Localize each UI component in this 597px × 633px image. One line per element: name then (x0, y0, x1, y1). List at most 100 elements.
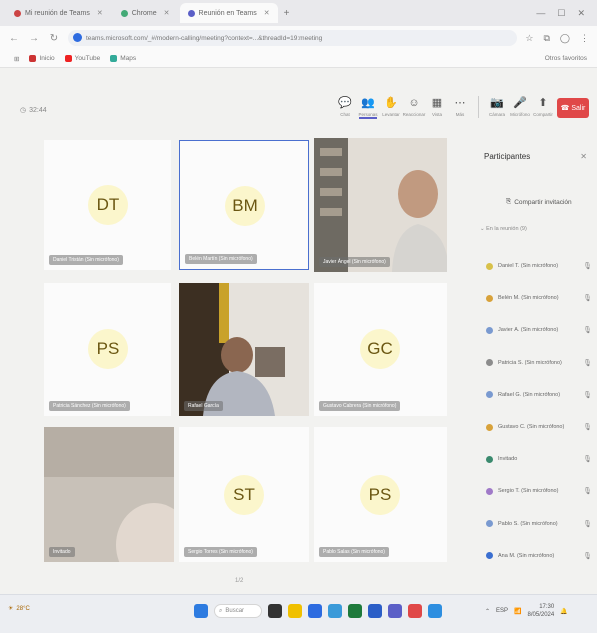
people-button[interactable]: 👥 Personas (359, 96, 378, 119)
participant-video-tile[interactable]: Invitado (44, 427, 174, 562)
taskview-icon[interactable] (268, 604, 282, 618)
participant-row[interactable]: Ana M. (Sin micrófono) 🎙 (486, 540, 592, 572)
bookmark-label: Maps (120, 55, 137, 62)
phone-icon: ☎ (560, 105, 570, 112)
browser-tab-active[interactable]: Reunión en Teams ✕ (179, 3, 278, 23)
chevron-up-icon[interactable]: ⌃ (485, 608, 490, 615)
participant-row[interactable]: Rafael G. (Sin micrófono) 🎙 (486, 379, 592, 411)
chat-button[interactable]: 💬 Chat (336, 96, 354, 119)
presence-avatar (486, 262, 493, 270)
clock[interactable]: 17:30 8/05/2024 (528, 603, 555, 619)
participant-row[interactable]: Gustavo C. (Sin micrófono) 🎙 (486, 411, 592, 443)
participant-name: Ana M. (Sin micrófono) (498, 552, 555, 559)
bookmark-star-icon[interactable]: ☆ (525, 33, 533, 44)
teams-icon[interactable] (388, 604, 402, 618)
windows-taskbar: ☀ 28°C ⌕ Buscar ⌃ ESP 📶 17:30 8/05/2024 … (0, 594, 597, 633)
other-bookmarks[interactable]: Otros favoritos (545, 55, 597, 62)
share-button[interactable]: ⬆ Compartir (533, 96, 553, 119)
presence-avatar (486, 391, 493, 399)
tool-label: Más (455, 112, 465, 117)
presence-avatar (486, 520, 493, 528)
new-tab-icon[interactable]: + (284, 8, 290, 19)
language-indicator[interactable]: ESP (496, 608, 508, 614)
mic-button[interactable]: 🎤 Micrófono (510, 96, 530, 119)
camera-button[interactable]: 📷 Cámara (488, 96, 506, 119)
close-window-icon[interactable]: ✕ (577, 8, 585, 19)
wifi-icon[interactable]: 📶 (514, 608, 521, 615)
weather-temp: 28°C (16, 605, 30, 612)
back-icon[interactable]: ← (8, 33, 20, 44)
participant-row[interactable]: Javier Á. (Sin micrófono) 🎙 (486, 314, 592, 346)
bookmark-item[interactable]: Maps (110, 55, 136, 62)
participant-row[interactable]: Daniel T. (Sin micrófono) 🎙 (486, 250, 592, 282)
outlook-icon[interactable] (428, 604, 442, 618)
site-info-icon[interactable] (73, 33, 82, 42)
tool-label: Micrófono (510, 112, 530, 117)
participant-row[interactable]: Belén M. (Sin micrófono) 🎙 (486, 282, 592, 314)
participant-row[interactable]: Sergio T. (Sin micrófono) 🎙 (486, 475, 592, 507)
presence-avatar (486, 359, 493, 367)
participant-row[interactable]: Pablo S. (Sin micrófono) 🎙 (486, 508, 592, 540)
participant-name: Invitado (498, 456, 518, 463)
browser-menu-icon[interactable]: ⋮ (580, 33, 589, 44)
mic-off-icon: 🎙 (583, 295, 592, 303)
edge-icon[interactable] (308, 604, 322, 618)
participant-tile[interactable]: PS Pablo Salas (Sin micrófono) (314, 427, 447, 562)
participant-name: Javier Ángel (Sin micrófono) (319, 257, 390, 267)
close-tab-icon[interactable]: ✕ (164, 9, 170, 17)
raise-hand-button[interactable]: ✋ Levantar (382, 96, 400, 119)
more-button[interactable]: ⋯ Más (451, 96, 469, 119)
windows-start-icon[interactable] (194, 604, 208, 618)
forward-icon[interactable]: → (28, 33, 40, 44)
word-icon[interactable] (368, 604, 382, 618)
bookmark-item[interactable]: Inicio (29, 55, 55, 62)
participant-tile[interactable]: GC Gustavo Cabrera (Sin micrófono) (314, 283, 447, 416)
minimize-icon[interactable]: — (536, 8, 545, 19)
participant-name: Rafael García (184, 401, 223, 411)
participant-tile[interactable]: DT Daniel Tristán (Sin micrófono) (44, 140, 171, 270)
notification-icon[interactable]: 🔔 (560, 608, 567, 615)
url-field[interactable]: teams.microsoft.com/_#/modern-calling/me… (68, 30, 518, 46)
taskbar-search[interactable]: ⌕ Buscar (214, 604, 262, 618)
extensions-icon[interactable]: ⧉ (543, 33, 549, 44)
tool-label: Chat (340, 112, 350, 117)
close-tab-icon[interactable]: ✕ (264, 9, 270, 17)
weather-widget[interactable]: ☀ 28°C (8, 605, 30, 613)
share-invite-button[interactable]: ⎘ Compartir invitación (506, 198, 572, 206)
meeting-timer: ◷ 32:44 (20, 106, 47, 115)
elapsed-time: 32:44 (29, 106, 47, 114)
browser-tab[interactable]: Chrome ✕ (113, 3, 178, 23)
profile-icon[interactable]: ◯ (560, 33, 570, 44)
bookmark-item[interactable]: YouTube (64, 55, 100, 62)
participant-name: Sergio Torres (Sin micrófono) (184, 547, 257, 557)
toolbar-divider (478, 96, 479, 118)
in-meeting-section[interactable]: ⌄ En la reunión (9) (480, 226, 527, 232)
chrome-icon[interactable] (408, 604, 422, 618)
mic-off-icon: 🎙 (583, 263, 592, 271)
apps-grid-icon[interactable]: ⊞ (14, 55, 19, 63)
participant-video-tile[interactable]: Javier Ángel (Sin micrófono) (314, 138, 447, 272)
close-tab-icon[interactable]: ✕ (97, 9, 103, 17)
participant-tile-selected[interactable]: BM Belén Martín (Sin micrófono) (179, 140, 309, 270)
participant-tile[interactable]: PS Patricia Sánchez (Sin micrófono) (44, 283, 171, 416)
browser-tab[interactable]: Mi reunión de Teams ✕ (6, 3, 111, 23)
reload-icon[interactable]: ↻ (48, 33, 60, 44)
participant-row[interactable]: Invitado 🎙 (486, 443, 592, 475)
maximize-icon[interactable]: ☐ (557, 8, 565, 19)
react-button[interactable]: ☺ Reaccionar (403, 96, 426, 119)
file-explorer-icon[interactable] (288, 604, 302, 618)
leave-button[interactable]: ☎ Salir (557, 98, 589, 118)
participant-tile[interactable]: ST Sergio Torres (Sin micrófono) (179, 427, 309, 562)
tab-label: Chrome (131, 9, 157, 17)
close-icon[interactable]: ✕ (580, 152, 587, 161)
taskbar-apps: ⌕ Buscar (194, 604, 442, 618)
participant-row[interactable]: Patricia S. (Sin micrófono) 🎙 (486, 347, 592, 379)
excel-icon[interactable] (348, 604, 362, 618)
address-bar: ← → ↻ teams.microsoft.com/_#/modern-call… (0, 26, 597, 50)
people-icon: 👥 (361, 97, 375, 109)
view-button[interactable]: ▦ Vista (428, 96, 446, 119)
presence-avatar (486, 294, 493, 302)
meeting-toolbar: ◷ 32:44 💬 Chat 👥 Personas ✋ Levantar ☺ R… (0, 92, 597, 134)
participant-video-tile[interactable]: Rafael García (179, 283, 309, 416)
store-icon[interactable] (328, 604, 342, 618)
